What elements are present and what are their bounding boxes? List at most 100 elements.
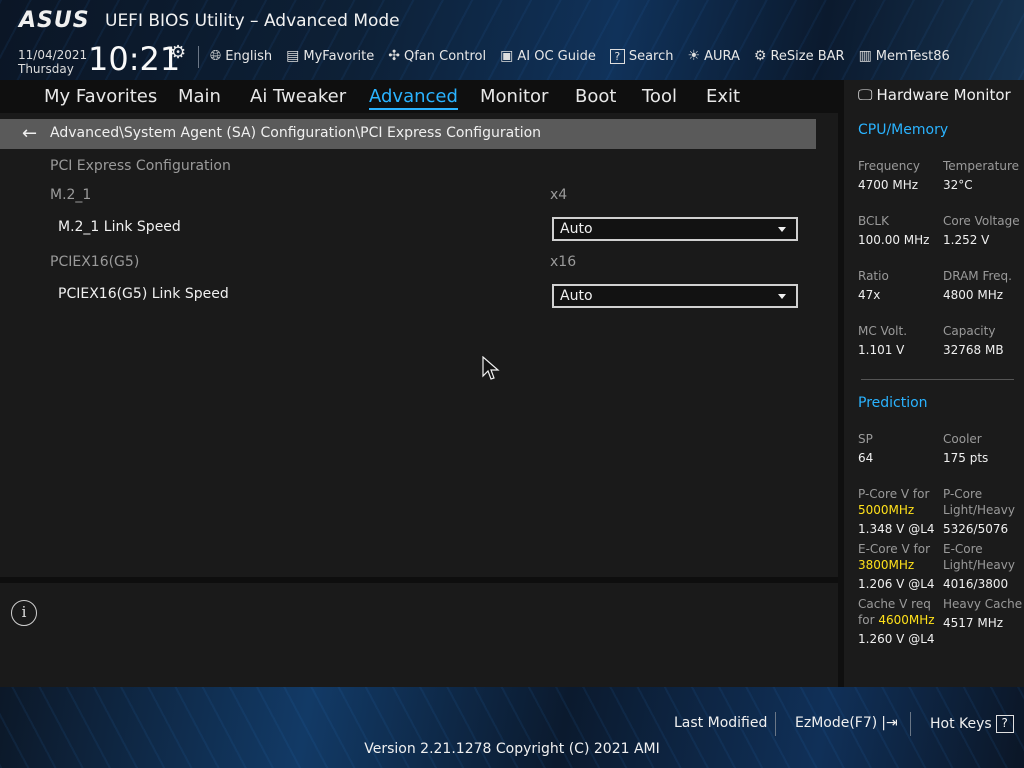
cache-v-label: Cache V req for 4600MHz <box>858 596 935 628</box>
ecore-v-label: E-Core V for 3800MHz <box>858 541 930 573</box>
resize-bar-icon: ⚙ <box>753 48 767 64</box>
aura-icon: ☀︎ <box>687 48 701 64</box>
hardware-monitor-content: 🖵︎ Hardware Monitor CPU/Memory Frequency… <box>844 80 1024 687</box>
ezmode-button[interactable]: EzMode(F7) |⇥ <box>795 715 898 731</box>
toolbar-memtest[interactable]: ▥ MemTest86 <box>859 48 950 64</box>
tab-exit[interactable]: Exit <box>706 86 740 107</box>
memtest-icon: ▥ <box>858 48 872 64</box>
tab-ai-tweaker[interactable]: Ai Tweaker <box>250 86 346 107</box>
dram-freq-value: 4800 MHz <box>943 288 1004 302</box>
toolbar-resize-bar[interactable]: ⚙ ReSize BAR <box>754 48 845 64</box>
asus-logo: ASUS <box>19 8 90 33</box>
pcore-lh-label: P-Core Light/Heavy <box>943 486 1015 518</box>
cpu-memory-heading: CPU/Memory <box>858 122 949 138</box>
cooler-value: 175 pts <box>943 451 989 465</box>
question-icon: ? <box>995 715 1014 733</box>
ecore-lh-value: 4016/3800 <box>943 577 1009 591</box>
toolbar-label: ReSize BAR <box>770 48 845 64</box>
cache-v-text1: Cache V req <box>858 597 931 611</box>
core-voltage-label: Core Voltage <box>943 214 1020 228</box>
toolbar-qfan[interactable]: ✣ Qfan Control <box>388 48 486 64</box>
sp-label: SP <box>858 432 873 446</box>
toolbar-ai-oc-guide[interactable]: ▣ AI OC Guide <box>500 48 596 64</box>
breadcrumb-path: Advanced\System Agent (SA) Configuration… <box>50 125 542 141</box>
back-arrow-icon[interactable]: ← <box>22 123 37 144</box>
ecore-lh-text1: E-Core <box>943 542 983 556</box>
frequency-value: 4700 MHz <box>858 178 919 192</box>
pcore-lh-text2: Light/Heavy <box>943 503 1015 517</box>
hardware-monitor-panel: 🖵︎ Hardware Monitor CPU/Memory Frequency… <box>838 80 1024 687</box>
hw-title-text: Hardware Monitor <box>876 86 1011 104</box>
ecore-lh-label: E-Core Light/Heavy <box>943 541 1015 573</box>
toolbar-search[interactable]: ? Search <box>609 48 674 64</box>
footer-divider <box>775 712 776 736</box>
tab-tool[interactable]: Tool <box>642 86 677 107</box>
chevron-down-icon <box>778 227 786 232</box>
toolbar-label: MyFavorite <box>303 48 375 64</box>
capacity-value: 32768 MB <box>943 343 1004 357</box>
mc-volt-value: 1.101 V <box>858 343 905 357</box>
pciex16-link-speed-label: PCIEX16(G5) Link Speed <box>58 286 229 302</box>
m2-link-speed-select[interactable]: Auto <box>552 217 798 241</box>
dram-freq-label: DRAM Freq. <box>943 269 1012 283</box>
tab-monitor[interactable]: Monitor <box>480 86 548 107</box>
pcore-v-label: P-Core V for 5000MHz <box>858 486 929 518</box>
ecore-v-value: 1.206 V @L4 <box>858 577 935 591</box>
question-icon: ? <box>609 48 625 64</box>
main-menu: My Favorites Main Ai Tweaker Advanced Mo… <box>0 80 838 113</box>
pcore-v-text: P-Core V for <box>858 487 930 501</box>
breadcrumb: ← Advanced\System Agent (SA) Configurati… <box>0 119 816 149</box>
ecore-lh-text2: Light/Heavy <box>943 558 1015 572</box>
hotkeys-label: Hot Keys <box>930 716 992 732</box>
temperature-value: 32°C <box>943 178 973 192</box>
m2-label: M.2_1 <box>50 187 92 203</box>
favorite-icon: ▤ <box>286 48 300 64</box>
ecore-v-text: E-Core V for <box>858 542 931 556</box>
date-display: 11/04/2021 Thursday <box>18 48 87 76</box>
toolbar-divider <box>198 46 199 68</box>
section-title: PCI Express Configuration <box>50 158 231 174</box>
gear-icon[interactable]: ⚙ <box>170 42 186 63</box>
prediction-heading: Prediction <box>858 395 928 411</box>
pciex16-link-speed-select[interactable]: Auto <box>552 284 798 308</box>
tab-my-favorites[interactable]: My Favorites <box>44 86 157 107</box>
cache-v-value: 1.260 V @L4 <box>858 632 935 646</box>
toolbar-label: AURA <box>704 48 740 64</box>
ratio-value: 47x <box>858 288 881 302</box>
app-title: UEFI BIOS Utility – Advanced Mode <box>105 11 400 31</box>
pcore-v-freq: 5000MHz <box>858 503 915 517</box>
clock: 10:21 <box>88 40 181 78</box>
cache-v-text2: for <box>858 613 875 627</box>
mc-volt-label: MC Volt. <box>858 324 908 338</box>
m2-lane-value: x4 <box>550 187 568 203</box>
sp-value: 64 <box>858 451 874 465</box>
ratio-label: Ratio <box>858 269 889 283</box>
m2-link-speed-label: M.2_1 Link Speed <box>58 219 181 235</box>
help-panel: i <box>0 583 838 687</box>
pciex16-lane-value: x16 <box>550 254 577 270</box>
cooler-label: Cooler <box>943 432 982 446</box>
pcore-lh-value: 5326/5076 <box>943 522 1009 536</box>
fan-icon: ✣ <box>388 48 400 64</box>
core-voltage-value: 1.252 V <box>943 233 990 247</box>
frequency-label: Frequency <box>858 159 920 173</box>
bclk-value: 100.00 MHz <box>858 233 930 247</box>
tab-main[interactable]: Main <box>178 86 221 107</box>
ezmode-label: EzMode(F7) <box>795 715 878 731</box>
toolbar: 🌐︎ English ▤ MyFavorite ✣ Qfan Control ▣… <box>210 46 950 66</box>
toolbar-aura[interactable]: ☀︎ AURA <box>688 48 740 64</box>
tab-advanced[interactable]: Advanced <box>369 86 458 110</box>
pcore-lh-text1: P-Core <box>943 487 983 501</box>
select-value: Auto <box>560 221 593 237</box>
toolbar-myfavorite[interactable]: ▤ MyFavorite <box>286 48 374 64</box>
hotkeys-button[interactable]: Hot Keys ? <box>930 715 1014 733</box>
select-value: Auto <box>560 288 593 304</box>
version-text: Version 2.21.1278 Copyright (C) 2021 AMI <box>364 741 660 757</box>
toolbar-language[interactable]: 🌐︎ English <box>210 48 272 64</box>
tab-boot[interactable]: Boot <box>575 86 616 107</box>
heavy-cache-value: 4517 MHz <box>943 616 1004 630</box>
toolbar-label: AI OC Guide <box>517 48 596 64</box>
last-modified-button[interactable]: Last Modified <box>674 715 767 731</box>
pcore-v-value: 1.348 V @L4 <box>858 522 935 536</box>
cache-v-text2-row: for 4600MHz <box>858 612 935 628</box>
